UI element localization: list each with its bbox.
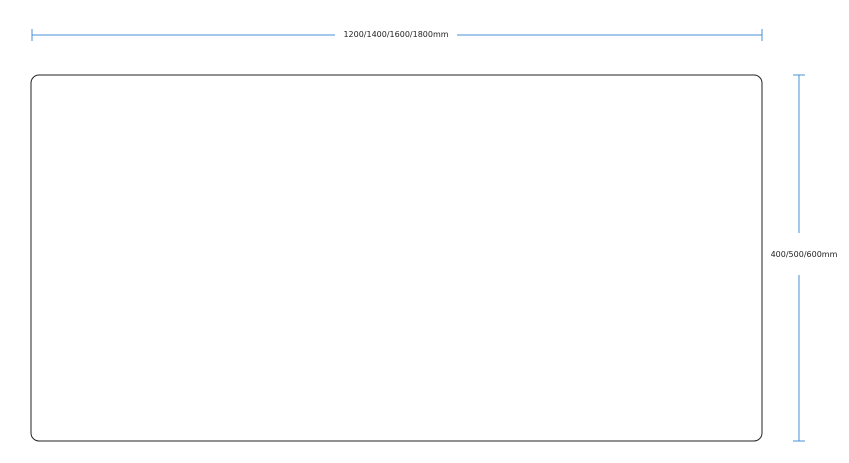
diagram-canvas <box>30 29 805 442</box>
height-dimension-label: 400/500/600mm <box>768 250 840 260</box>
width-dimension-label: 1200/1400/1600/1800mm <box>339 30 453 40</box>
desk-top-outline <box>30 74 763 442</box>
desk-dimension-diagram: 1200/1400/1600/1800mm 400/500/600mm <box>0 0 849 458</box>
